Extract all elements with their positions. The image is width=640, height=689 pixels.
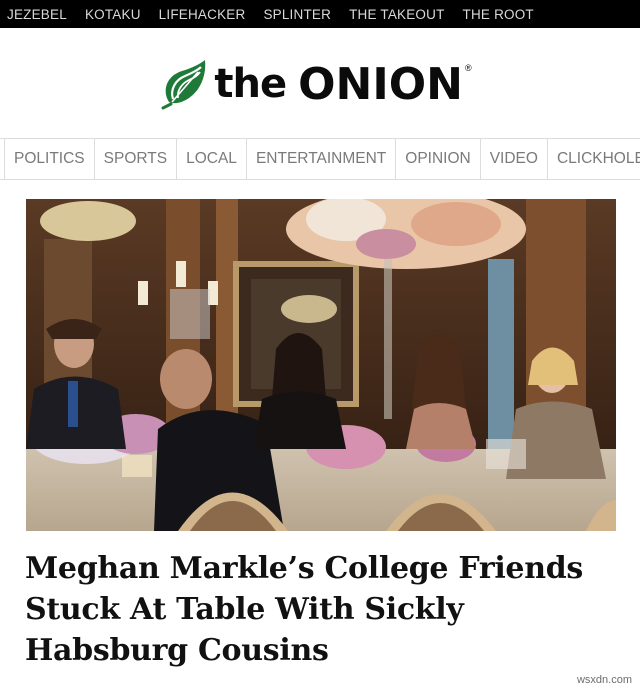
watermark-text: wsxdn.com [576,674,632,686]
nav-item-opinion[interactable]: OPINION [396,139,481,179]
nav-item-politics[interactable]: POLITICS [4,139,95,179]
onion-logo-icon [161,60,206,110]
network-bar: JEZEBEL KOTAKU LIFEHACKER SPLINTER THE T… [0,0,640,28]
logo-text-the: the [214,61,287,107]
logo-text-onion: ONION [298,58,463,110]
article-hero-image[interactable] [26,199,616,531]
site-logo[interactable]: the ONION ® [0,28,640,138]
network-link-the-root[interactable]: THE ROOT [463,7,534,22]
network-link-lifehacker[interactable]: LIFEHACKER [159,7,246,22]
network-link-the-takeout[interactable]: THE TAKEOUT [349,7,444,22]
nav-item-video[interactable]: VIDEO [481,139,548,179]
network-link-kotaku[interactable]: KOTAKU [85,7,141,22]
registered-mark: ® [464,63,472,73]
section-nav: POLITICS SPORTS LOCAL ENTERTAINMENT OPIN… [0,138,640,180]
network-link-splinter[interactable]: SPLINTER [263,7,331,22]
logo-lockup[interactable]: the ONION ® [160,58,472,110]
nav-item-entertainment[interactable]: ENTERTAINMENT [247,139,397,179]
nav-item-clickhole[interactable]: CLICKHOLE [548,139,640,179]
article-headline[interactable]: Meghan Markle’s College Friends Stuck At… [25,548,595,671]
dinner-party-photo [26,199,616,531]
network-link-jezebel[interactable]: JEZEBEL [7,7,67,22]
nav-item-local[interactable]: LOCAL [177,139,247,179]
nav-item-sports[interactable]: SPORTS [95,139,178,179]
